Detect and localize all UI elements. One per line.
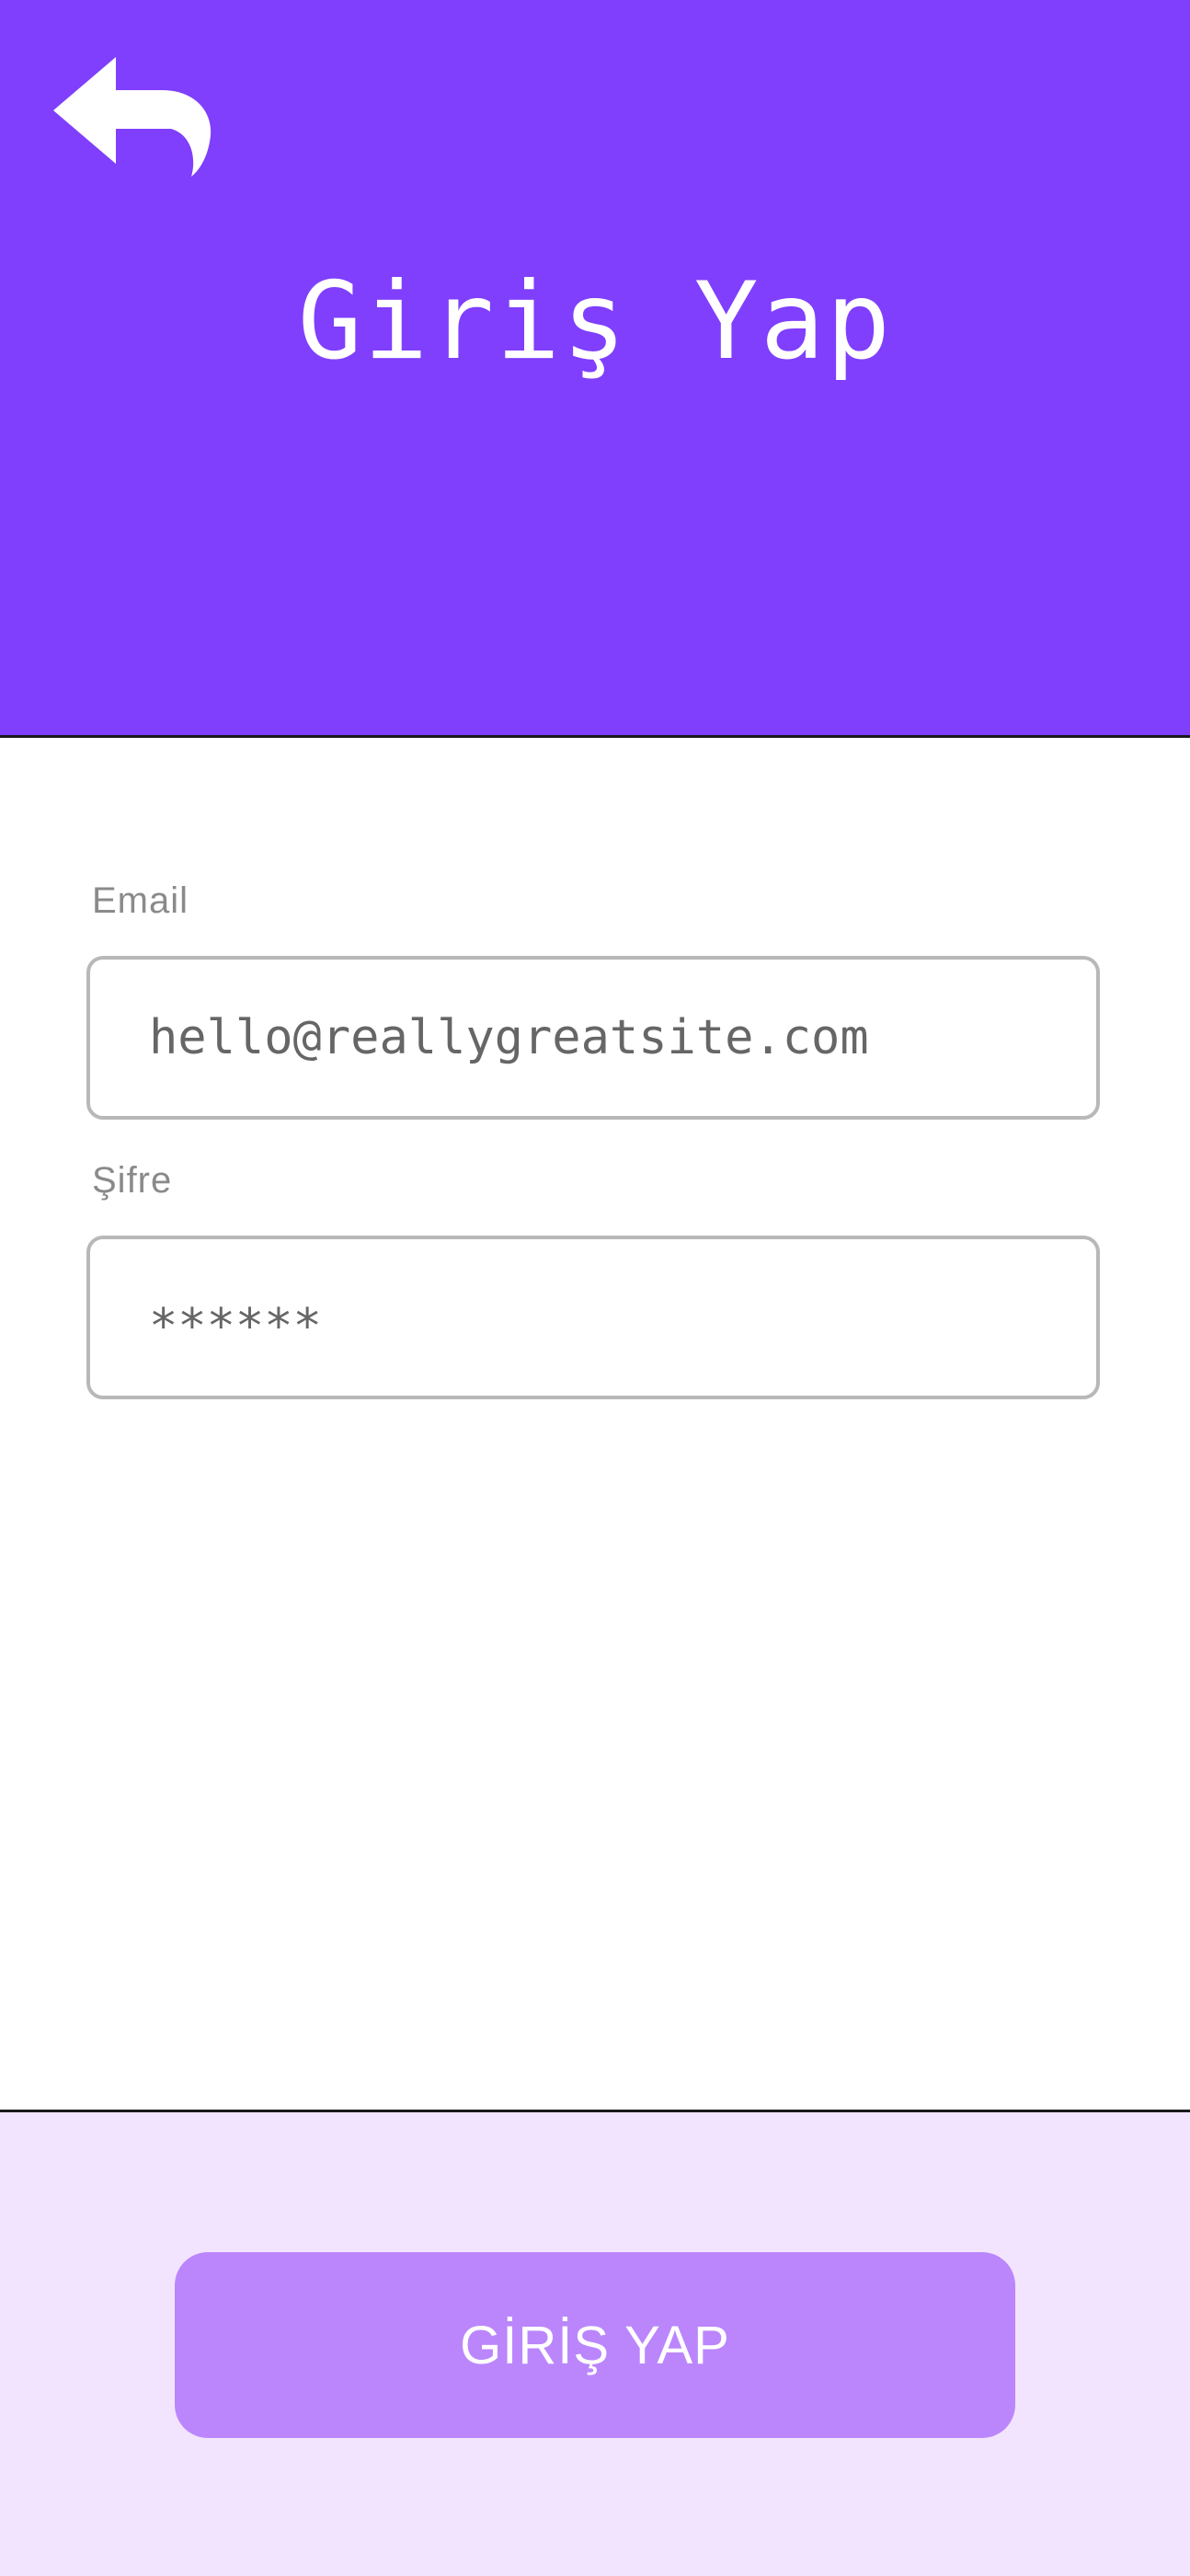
password-value: ****** xyxy=(149,1299,322,1354)
header: Giriş Yap xyxy=(0,0,1190,738)
back-button[interactable] xyxy=(53,57,219,184)
email-value: hello@reallygreatsite.com xyxy=(149,1010,869,1065)
email-field[interactable]: hello@reallygreatsite.com xyxy=(86,956,1100,1120)
password-label: Şifre xyxy=(92,1160,173,1201)
login-form: Email hello@reallygreatsite.com Şifre **… xyxy=(0,741,1190,2110)
email-label: Email xyxy=(92,880,189,921)
login-button[interactable]: GİRİŞ YAP xyxy=(175,2252,1015,2438)
page-title: Giriş Yap xyxy=(297,259,893,384)
footer: GİRİŞ YAP xyxy=(0,2112,1190,2576)
password-field[interactable]: ****** xyxy=(86,1236,1100,1399)
back-arrow-icon xyxy=(53,57,212,177)
